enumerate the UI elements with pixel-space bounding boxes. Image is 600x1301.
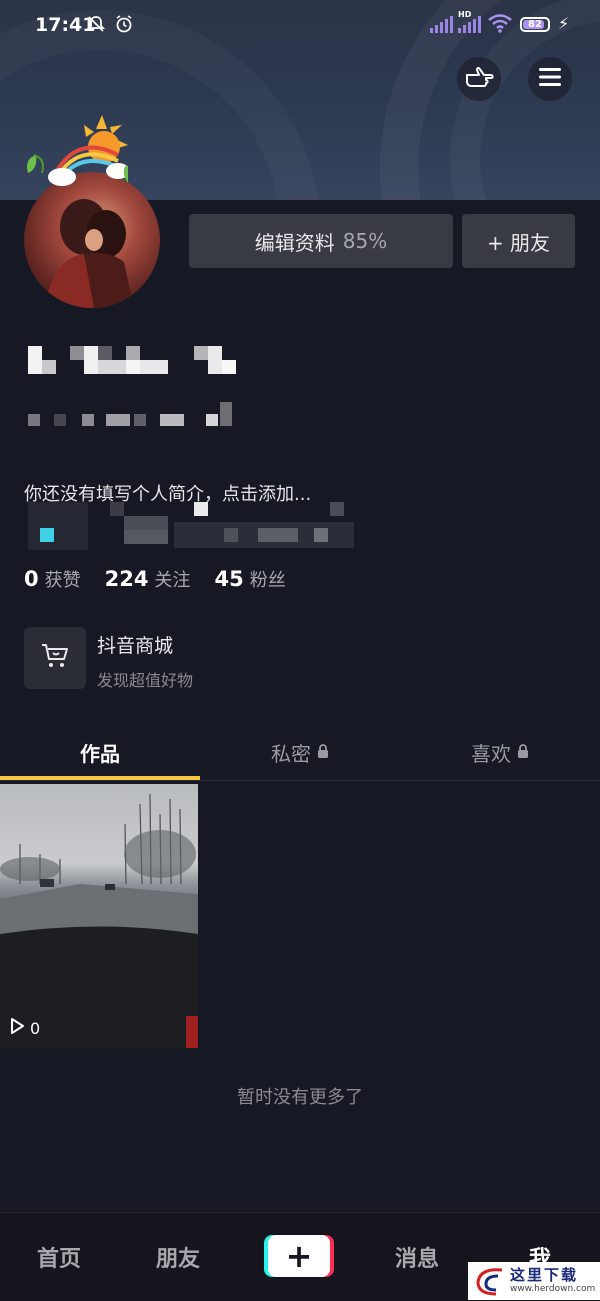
- alarm-icon: [114, 14, 134, 40]
- stat-likes[interactable]: 0 获赞: [24, 566, 81, 592]
- tab-liked[interactable]: 喜欢: [400, 724, 600, 780]
- tab-works[interactable]: 作品: [0, 724, 200, 780]
- tab-private[interactable]: 私密: [200, 724, 400, 780]
- hand-point-icon: [464, 64, 494, 94]
- tab-private-label: 私密: [271, 741, 311, 766]
- stat-following-value: 224: [104, 567, 149, 591]
- mute-icon: [86, 14, 106, 40]
- watermark-logo-icon: [476, 1268, 503, 1296]
- tabs-divider: [0, 780, 600, 781]
- lock-icon: [517, 740, 529, 764]
- stat-following[interactable]: 224 关注: [105, 566, 191, 592]
- lock-icon: [317, 740, 329, 764]
- play-count-value: 0: [30, 1018, 41, 1038]
- stat-followers[interactable]: 45 粉丝: [214, 566, 285, 592]
- nickname-redacted: [24, 342, 244, 378]
- battery-icon: 82: [520, 17, 550, 32]
- network-type-label: HD: [458, 10, 472, 19]
- edit-profile-label: 编辑资料: [254, 230, 335, 255]
- tab-works-label: 作品: [80, 741, 120, 766]
- profile-completion: 85%: [342, 229, 388, 253]
- nav-friends[interactable]: 朋友: [156, 1241, 200, 1273]
- tab-liked-label: 喜欢: [471, 741, 511, 766]
- no-more-content: 暂时没有更多了: [237, 1087, 363, 1108]
- plus-icon: +: [268, 1235, 330, 1277]
- cart-icon: [40, 642, 70, 674]
- shop-title[interactable]: 抖音商城: [97, 631, 173, 658]
- content-tabs: 作品 私密 喜欢: [0, 724, 600, 780]
- signal-icon: [430, 15, 453, 33]
- nav-messages[interactable]: 消息: [395, 1241, 439, 1273]
- tags-redacted: [24, 502, 354, 552]
- visitor-button[interactable]: [457, 57, 501, 101]
- status-bar: 17:41 HD 82 ⚡: [0, 0, 600, 52]
- create-button[interactable]: +: [264, 1235, 334, 1277]
- menu-button[interactable]: [528, 57, 572, 101]
- charging-icon: ⚡: [558, 14, 570, 33]
- stat-likes-label: 获赞: [44, 570, 81, 591]
- watermark-text: 这里下载: [510, 1266, 579, 1284]
- watermark-url: www.herdown.com: [510, 1284, 596, 1294]
- stat-followers-label: 粉丝: [249, 570, 286, 591]
- shop-subtitle: 发现超值好物: [97, 671, 194, 690]
- shop-entry[interactable]: [24, 627, 86, 689]
- menu-icon: [538, 67, 562, 91]
- battery-level: 82: [528, 19, 542, 30]
- video-thumbnail[interactable]: [0, 784, 198, 1048]
- video-play-count: 0: [8, 1017, 40, 1039]
- stat-followers-value: 45: [214, 567, 244, 591]
- wifi-icon: [487, 12, 513, 40]
- sun-decoration-icon: [27, 115, 128, 186]
- stat-following-label: 关注: [154, 570, 191, 591]
- site-watermark: 这里下载 www.herdown.com: [468, 1262, 600, 1300]
- user-id-redacted: [24, 402, 244, 428]
- edit-profile-button[interactable]: 编辑资料 85%: [189, 214, 453, 268]
- add-friend-label: + 朋友: [486, 230, 551, 255]
- add-friend-button[interactable]: + 朋友: [462, 214, 575, 268]
- play-icon: [8, 1017, 26, 1039]
- stat-likes-value: 0: [24, 567, 39, 591]
- profile-stats: 0 获赞 224 关注 45 粉丝: [24, 566, 286, 592]
- video-preview-image: [0, 793, 198, 1048]
- nav-home[interactable]: 首页: [37, 1241, 81, 1273]
